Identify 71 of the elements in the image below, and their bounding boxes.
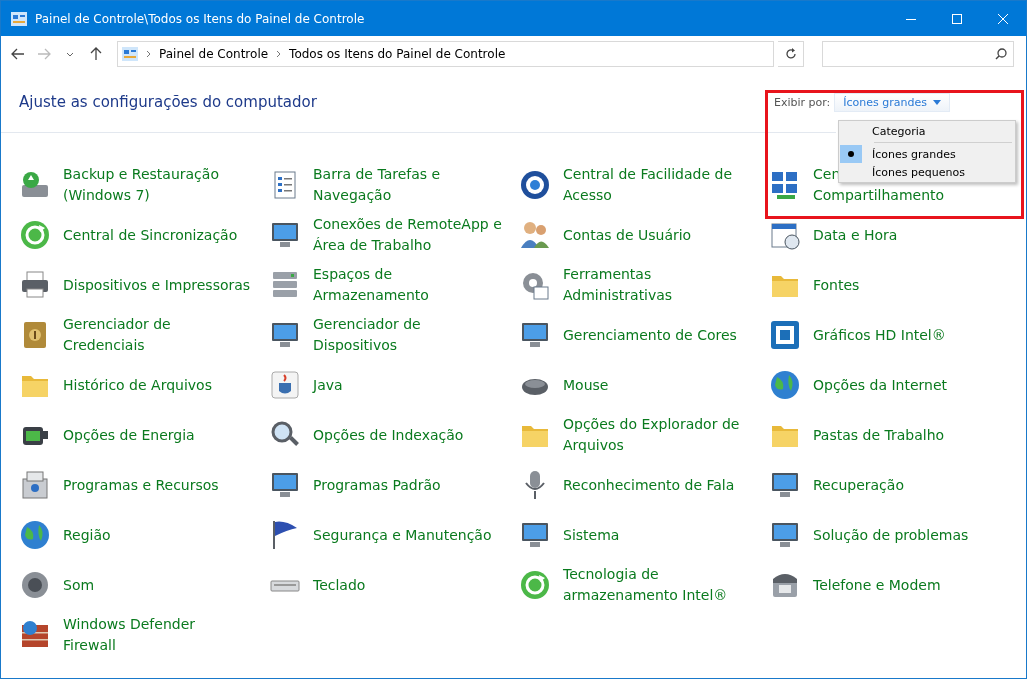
item-link[interactable]: Histórico de Arquivos [63,374,212,396]
page-heading: Ajuste as configurações do computador [19,93,317,111]
breadcrumb[interactable]: Todos os Itens do Painel de Controle [289,47,506,61]
close-icon [998,13,1008,24]
chevron-icon [276,50,282,58]
item-link[interactable]: Programas e Recursos [63,474,219,496]
maximize-icon [952,13,962,24]
users-icon [519,219,551,251]
item-link[interactable]: Mouse [563,374,609,396]
control-panel-icon [11,11,27,26]
item-link[interactable]: Teclado [313,574,366,596]
ring-icon [519,169,551,201]
speaker-icon [19,569,51,601]
item-link[interactable]: Dispositivos e Impressoras [63,274,251,296]
item-link[interactable]: Pastas de Trabalho [813,424,945,446]
up-arrow-icon [90,47,102,61]
item-link[interactable]: Central de Sincronização [63,224,238,246]
item-link[interactable]: Opções do Explorador de Arquivos [563,414,740,456]
item-link[interactable]: Opções da Internet [813,374,948,396]
breadcrumb[interactable]: Painel de Controle [159,47,269,61]
item-link[interactable]: Tecnologia de armazenamento Intel® [563,564,728,606]
item-link[interactable]: Gerenciador de Credenciais [63,314,171,356]
item-link[interactable]: Data e Hora [813,224,898,246]
globe-icon [19,519,51,551]
menu-item[interactable]: Ícones grandes [840,145,1014,163]
item-link[interactable]: Som [63,574,95,596]
address-bar[interactable]: Painel de Controle Todos os Itens do Painel de Controle [117,41,774,67]
item-link[interactable]: Sistema [563,524,620,546]
item-link[interactable]: Reconhecimento de Fala [563,474,735,496]
back-arrow-icon [11,48,25,60]
window-title: Painel de Controle\Todos os Itens do Painel de Controle [35,11,366,26]
item-link[interactable]: Espaços de Armazenamento [313,264,429,306]
item-link[interactable]: Gerenciamento de Cores [563,324,737,346]
chevron-icon [146,50,151,58]
menu-item[interactable]: Categoria [840,122,1014,140]
item-link[interactable]: Ferramentas Administrativas [563,264,673,306]
bullet-icon [848,151,854,157]
item-link[interactable]: Java [313,374,343,396]
search-field[interactable] [822,41,1014,67]
search-icon [995,48,1007,60]
refresh-icon [784,48,797,60]
item-link[interactable]: Recuperação [813,474,904,496]
item-link[interactable]: Conexões de RemoteApp e Área de Trabalho [313,214,502,256]
chevron-down-icon [66,51,74,57]
globe-icon [769,369,801,401]
menu-item[interactable]: Ícones pequenos [840,163,1014,181]
item-link[interactable]: Solução de problemas [813,524,969,546]
item-link[interactable]: Opções de Energia [63,424,195,446]
item-link[interactable]: Segurança e Manutenção [313,524,492,546]
sync-icon [519,569,551,601]
item-link[interactable]: Fontes [813,274,860,296]
refresh-button[interactable] [778,41,804,67]
view-by-label: Exibir por: [774,95,831,109]
item-link[interactable]: Gerenciador de Dispositivos [313,314,421,356]
item-link[interactable]: Contas de Usuário [563,224,692,246]
item-link[interactable]: Central de Facilidade de Acesso [563,164,732,206]
control-panel-icon [122,47,138,61]
box-icon [19,469,51,501]
item-link[interactable]: Barra de Tarefas e Navegação [313,164,441,206]
item-link[interactable]: Backup e Restauração (Windows 7) [63,164,219,206]
item-link[interactable]: Windows Defender Firewall [63,614,195,656]
forward-arrow-icon [37,48,51,60]
item-link[interactable]: Gráficos HD Intel® [813,324,946,346]
sync-icon [19,219,51,251]
item-link[interactable]: Região [63,524,111,546]
cup-icon [269,369,301,401]
item-link[interactable]: Programas Padrão [313,474,441,496]
caret-icon [933,99,941,105]
item-link[interactable]: Telefone e Modem [813,574,941,596]
printer-icon [19,269,51,301]
item-link[interactable]: Opções de Indexação [313,424,464,446]
